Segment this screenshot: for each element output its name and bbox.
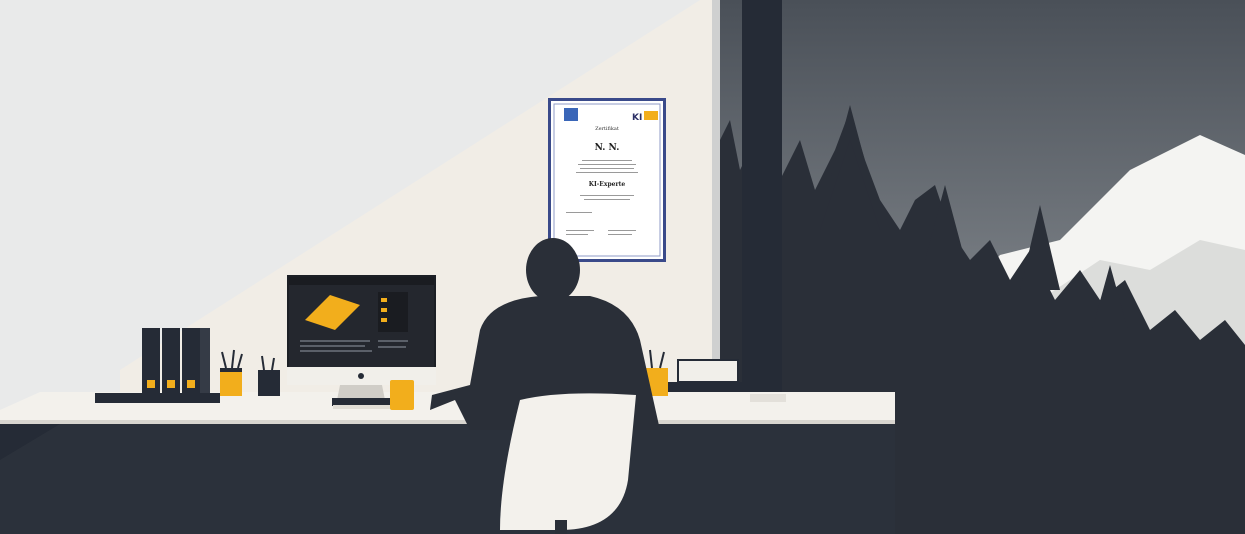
certificate-frame: KI Zertifikat N. N. KI-Experte — [548, 98, 666, 262]
scene-illustration: KI Zertifikat N. N. KI-Experte — [0, 0, 1245, 534]
floor — [0, 424, 895, 534]
binders — [142, 328, 210, 398]
cert-recipient-name: N. N. — [595, 143, 620, 153]
certificate-seal-icon — [564, 108, 578, 121]
cert-course-name: KI-Experte — [589, 181, 626, 188]
cert-title: Zertifikat — [595, 126, 619, 132]
cert-brand-logo: KI — [632, 113, 642, 123]
office-scene: KI Zertifikat N. N. KI-Experte — [0, 0, 1245, 534]
window-post — [742, 0, 782, 430]
coffee-mug — [390, 380, 414, 410]
